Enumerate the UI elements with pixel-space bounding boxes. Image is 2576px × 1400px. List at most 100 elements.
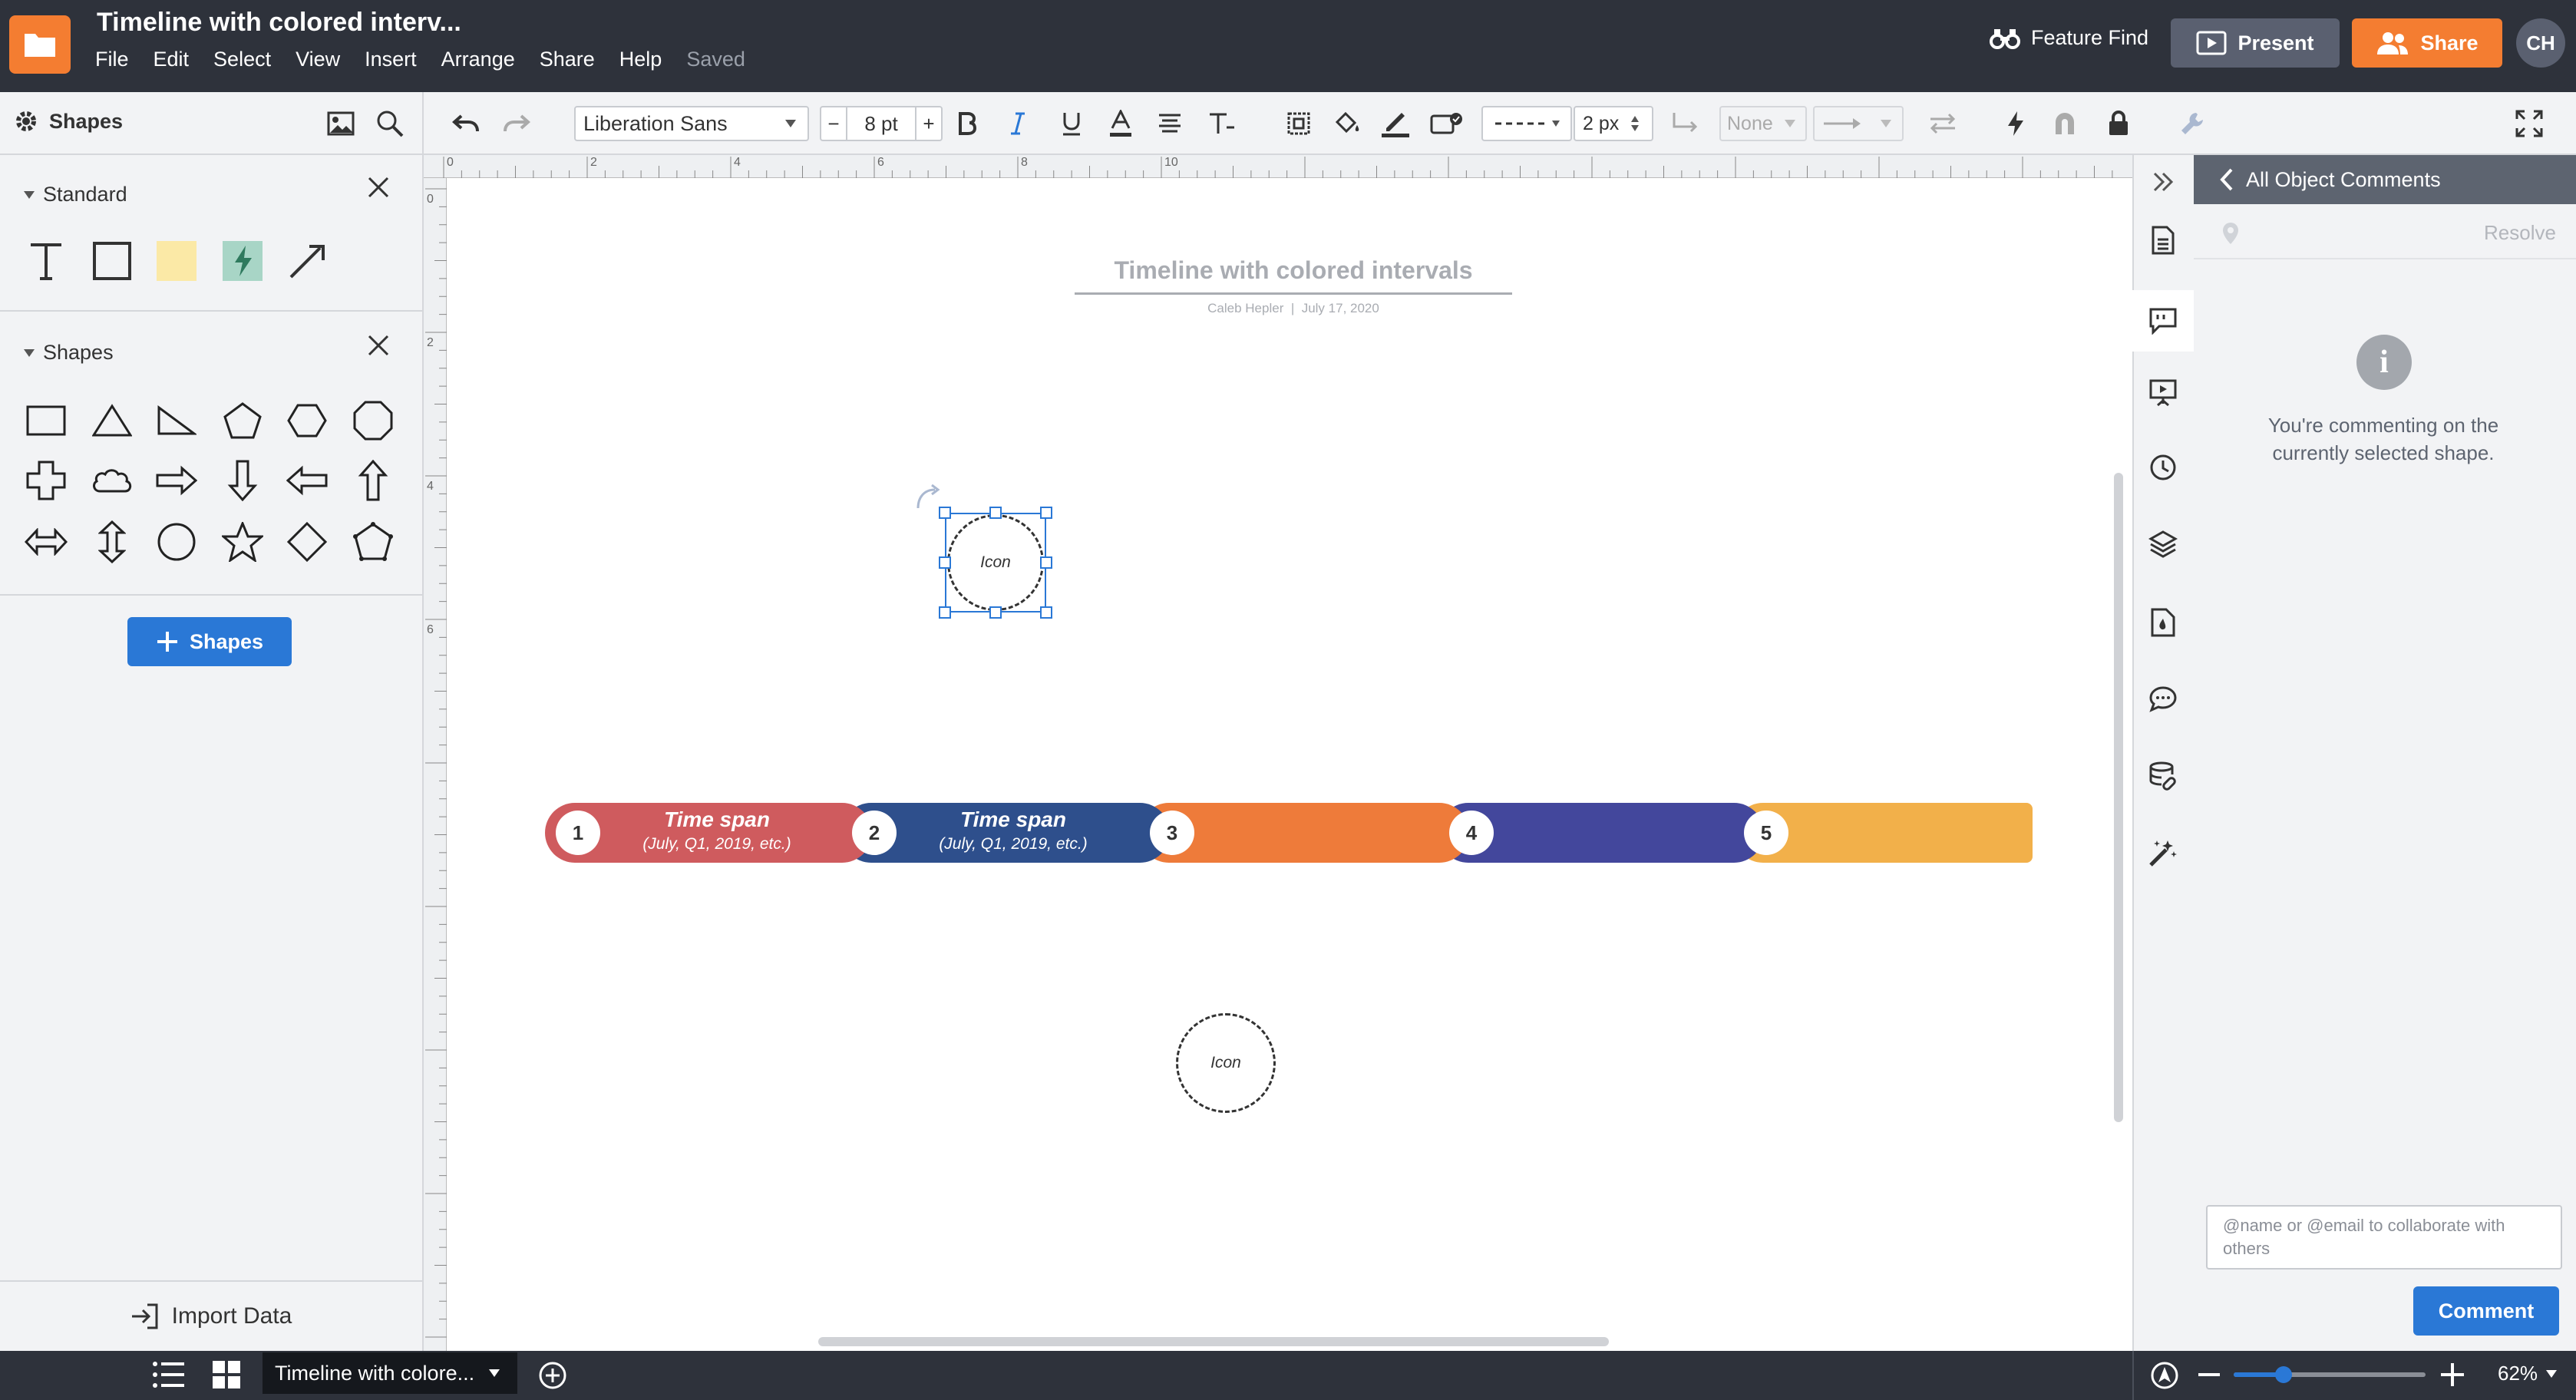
sticky-note-icon[interactable] — [154, 238, 200, 284]
star-shape-icon[interactable] — [220, 519, 266, 565]
present-button[interactable]: Present — [2171, 18, 2340, 68]
history-clock-icon[interactable] — [2132, 441, 2194, 494]
italic-icon[interactable] — [1001, 106, 1035, 141]
search-icon[interactable] — [373, 106, 407, 141]
resize-handle-n[interactable] — [989, 507, 1002, 519]
zoom-level-select[interactable]: 62% — [2498, 1362, 2558, 1385]
menu-file[interactable]: File — [95, 48, 129, 71]
presentation-icon[interactable] — [2132, 365, 2194, 419]
cloud-shape-icon[interactable] — [89, 457, 135, 504]
lock-icon[interactable] — [2102, 106, 2135, 141]
cross-shape-icon[interactable] — [23, 457, 69, 504]
comment-button[interactable]: Comment — [2413, 1286, 2559, 1336]
horizontal-double-arrow-icon[interactable] — [23, 519, 69, 565]
right-triangle-shape-icon[interactable] — [154, 398, 200, 444]
resize-handle-s[interactable] — [989, 606, 1002, 619]
icon-placeholder[interactable]: Icon — [1176, 1013, 1276, 1113]
pentagon-shape-icon[interactable] — [220, 398, 266, 444]
line-width-stepper[interactable]: 2 px — [1574, 106, 1653, 141]
triangle-shape-icon[interactable] — [89, 398, 135, 444]
font-family-select[interactable]: Liberation Sans — [574, 106, 809, 141]
comments-panel-header[interactable]: All Object Comments — [2194, 155, 2576, 204]
theme-color-icon[interactable] — [2132, 596, 2194, 649]
menu-share[interactable]: Share — [540, 48, 595, 71]
comment-input[interactable]: @name or @email to collaborate with othe… — [2206, 1205, 2562, 1270]
left-arrow-shape-icon[interactable] — [284, 457, 330, 504]
up-arrow-shape-icon[interactable] — [350, 457, 396, 504]
hexagon-shape-icon[interactable] — [284, 398, 330, 444]
vertical-double-arrow-icon[interactable] — [89, 519, 135, 565]
menu-select[interactable]: Select — [213, 48, 271, 71]
menu-help[interactable]: Help — [619, 48, 662, 71]
circle-shape-icon[interactable] — [154, 519, 200, 565]
connector-icon[interactable] — [1667, 106, 1702, 141]
image-icon[interactable] — [324, 106, 358, 141]
collapse-panel-icon[interactable] — [2132, 155, 2194, 209]
underline-icon[interactable] — [1055, 106, 1088, 141]
text-color-icon[interactable] — [1104, 106, 1138, 141]
quick-action-icon[interactable] — [220, 238, 266, 284]
lightning-icon[interactable] — [1999, 106, 2033, 141]
icon-placeholder-selected[interactable]: Icon — [947, 514, 1044, 611]
font-size-increase[interactable]: + — [915, 107, 941, 140]
stepper-arrows-icon[interactable] — [1630, 114, 1640, 133]
zoom-out-icon[interactable] — [2197, 1363, 2221, 1386]
resolve-button[interactable]: Resolve — [2484, 221, 2556, 245]
resize-handle-w[interactable] — [939, 556, 951, 569]
style-options-icon[interactable] — [1428, 106, 1466, 141]
close-shapes-icon[interactable] — [367, 332, 390, 365]
diamond-shape-icon[interactable] — [284, 519, 330, 565]
menu-arrange[interactable]: Arrange — [441, 48, 515, 71]
share-button[interactable]: Share — [2352, 18, 2502, 68]
rounded-pentagon-icon[interactable] — [350, 519, 396, 565]
page-settings-icon[interactable] — [2132, 213, 2194, 267]
pin-icon[interactable] — [2221, 221, 2240, 246]
page-grid-icon[interactable] — [212, 1360, 241, 1389]
fill-color-icon[interactable] — [1331, 106, 1365, 141]
timeline-label-1[interactable]: Time span (July, Q1, 2019, etc.) — [609, 807, 824, 854]
font-size-value[interactable]: 8 pt — [847, 112, 915, 136]
font-size-stepper[interactable]: − 8 pt + — [820, 106, 943, 141]
bold-icon[interactable] — [950, 106, 984, 141]
resize-handle-nw[interactable] — [939, 507, 951, 519]
shapes-section-header[interactable]: Shapes — [23, 341, 114, 365]
navigate-icon[interactable] — [2149, 1360, 2180, 1391]
menu-edit[interactable]: Edit — [154, 48, 190, 71]
rectangle-tool-icon[interactable] — [89, 238, 135, 284]
redo-icon[interactable] — [499, 106, 534, 141]
font-size-decrease[interactable]: − — [821, 107, 847, 140]
arrow-line-tool-icon[interactable] — [284, 238, 330, 284]
diagram-subtitle[interactable]: Caleb Hepler | July 17, 2020 — [1075, 301, 1512, 316]
close-standard-icon[interactable] — [367, 173, 390, 206]
chevron-left-icon[interactable] — [2220, 168, 2234, 191]
swap-arrows-icon[interactable] — [1925, 106, 1960, 141]
feature-find-button[interactable]: Feature Find — [1990, 26, 2148, 50]
menu-insert[interactable]: Insert — [365, 48, 417, 71]
undo-icon[interactable] — [448, 106, 484, 141]
line-color-icon[interactable] — [1379, 106, 1412, 141]
line-style-select[interactable] — [1481, 106, 1572, 141]
layers-icon[interactable] — [2132, 517, 2194, 571]
add-page-icon[interactable] — [537, 1360, 568, 1391]
vertical-scrollbar[interactable] — [2114, 473, 2123, 1122]
standard-section-header[interactable]: Standard — [23, 183, 127, 206]
comments-panel-icon[interactable] — [2132, 294, 2194, 348]
resize-handle-ne[interactable] — [1040, 507, 1052, 519]
page-tab[interactable]: Timeline with colore... — [263, 1352, 517, 1394]
chevron-down-icon[interactable] — [488, 1369, 500, 1378]
magic-wand-icon[interactable] — [2132, 826, 2194, 880]
resize-handle-se[interactable] — [1040, 606, 1052, 619]
user-avatar[interactable]: CH — [2516, 18, 2565, 68]
diagram-title[interactable]: Timeline with colored intervals — [1075, 256, 1512, 285]
wrench-icon[interactable] — [2175, 106, 2209, 141]
arrow-start-select[interactable]: None — [1719, 106, 1807, 141]
text-options-icon[interactable] — [1205, 106, 1239, 141]
document-title[interactable]: Timeline with colored interv... — [97, 8, 461, 38]
page-list-icon[interactable] — [152, 1360, 186, 1389]
align-center-icon[interactable] — [1153, 106, 1187, 141]
zoom-in-icon[interactable] — [2439, 1362, 2465, 1388]
rectangle-shape-icon[interactable] — [23, 398, 69, 444]
chat-icon[interactable] — [2132, 672, 2194, 726]
resize-handle-e[interactable] — [1040, 556, 1052, 569]
down-arrow-shape-icon[interactable] — [220, 457, 266, 504]
